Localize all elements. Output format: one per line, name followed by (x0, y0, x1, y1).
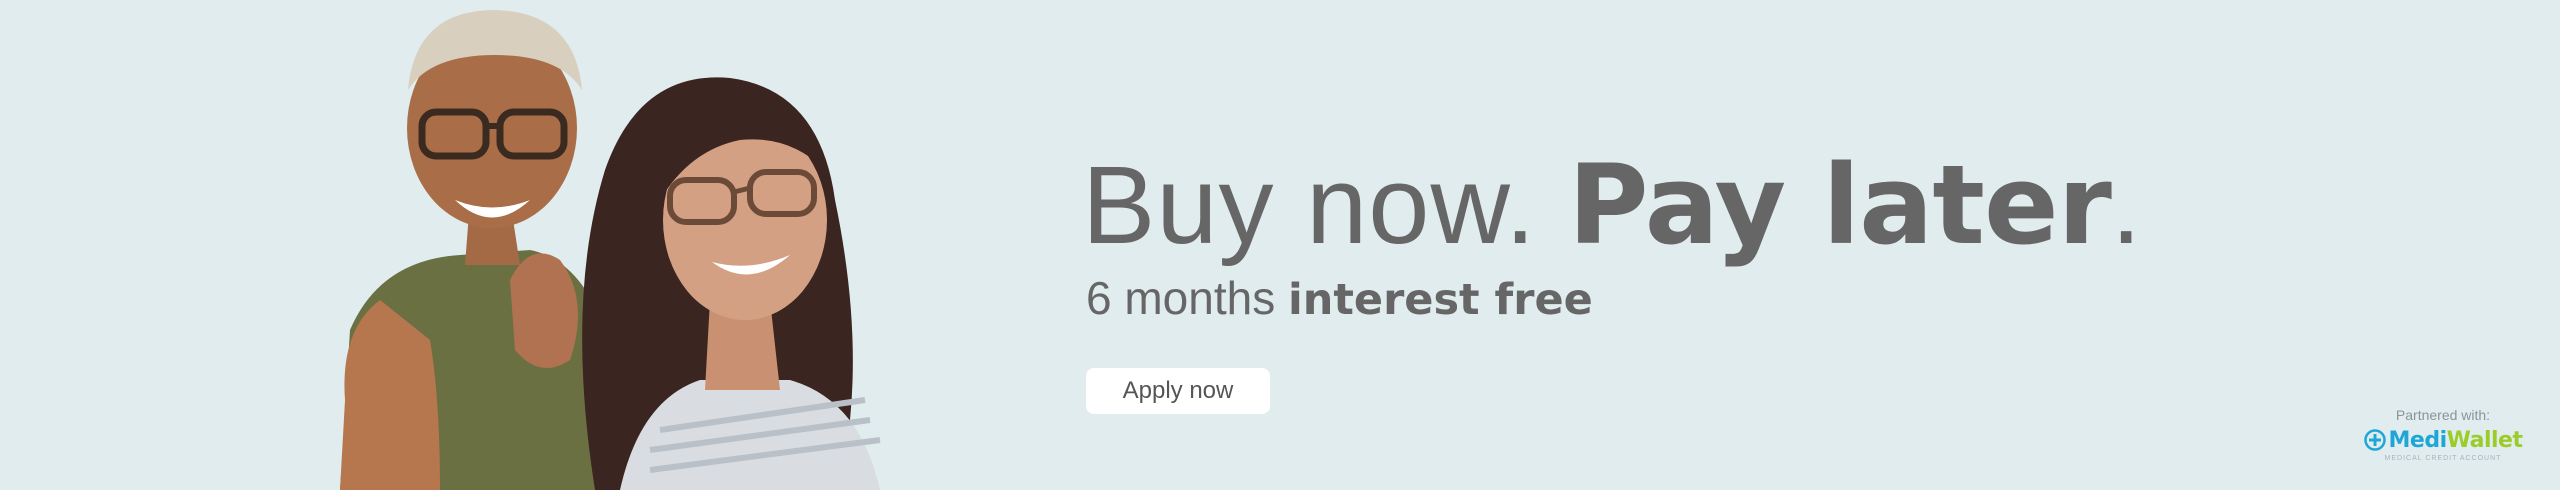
subhead-bold-text: interest free (1288, 275, 1593, 325)
apply-now-button[interactable]: Apply now (1086, 368, 1270, 414)
hero-image-two-women-glasses (320, 0, 960, 490)
headline-light-text: Buy now. (1082, 144, 1568, 267)
brand-wallet: Wallet (2446, 427, 2523, 453)
subheadline: 6 months interest free (1086, 268, 1593, 330)
headline-period: . (2110, 144, 2143, 267)
partner-logo-block[interactable]: Partnered with: Medi Wallet MEDICAL CREDI… (2358, 406, 2528, 468)
headline: Buy now. Pay later. (1082, 140, 2142, 271)
subhead-light-text: 6 months (1086, 272, 1288, 324)
partner-tagline: MEDICAL CREDIT ACCOUNT (2384, 455, 2502, 462)
promo-banner: Buy now. Pay later. 6 months interest fr… (0, 0, 2560, 490)
medical-plus-icon (2363, 429, 2386, 451)
mediwallet-logo: Medi Wallet (2358, 426, 2528, 454)
partner-label: Partnered with: (2395, 407, 2491, 423)
headline-bold-text: Pay later (1567, 141, 2112, 269)
brand-medi: Medi (2388, 427, 2448, 453)
